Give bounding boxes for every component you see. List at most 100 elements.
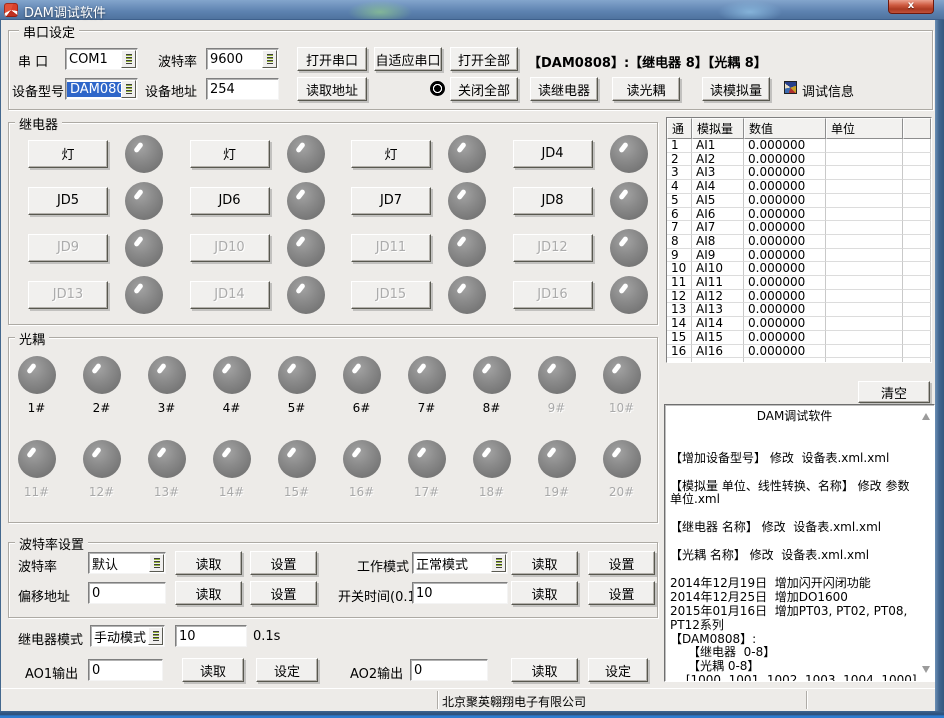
opto-cell: 13# (134, 440, 199, 499)
relay-cell: JD4 (495, 130, 657, 177)
info-line: 2014年12月25日 增加DO1600 (670, 591, 919, 605)
relay-button-JD4[interactable]: JD4 (513, 140, 593, 168)
work-mode-select[interactable]: 正常模式 (412, 552, 508, 574)
analog-table-row[interactable]: 5AI50.000000 (667, 194, 931, 208)
analog-col-header[interactable] (903, 118, 931, 139)
ao1-read-button[interactable]: 读取 (182, 658, 244, 682)
dropdown-arrow-icon[interactable] (262, 50, 277, 68)
switch-time-input[interactable] (412, 582, 508, 604)
relay-button-JD6[interactable]: JD6 (190, 187, 270, 215)
relay-button-JD5[interactable]: JD5 (28, 187, 108, 215)
relay-button-JD10[interactable]: JD10 (190, 234, 270, 262)
work-mode-value: 正常模式 (413, 554, 491, 573)
ao2-input[interactable] (410, 659, 488, 681)
analog-table-row[interactable]: 10AI100.000000 (667, 262, 931, 276)
ao1-input[interactable] (88, 659, 163, 681)
relay-cell: JD5 (10, 177, 172, 224)
debug-info-label[interactable]: 调试信息 (802, 81, 854, 100)
relay-button-JD15[interactable]: JD15 (351, 281, 431, 309)
offset-set-button[interactable]: 设置 (250, 581, 317, 605)
analog-col-header[interactable]: 单位 (826, 118, 903, 139)
analog-table-row[interactable]: 14AI140.000000 (667, 317, 931, 331)
relay-button-JD14[interactable]: JD14 (190, 281, 270, 309)
relay-time-input[interactable] (175, 625, 247, 647)
analog-table-row[interactable]: 4AI40.000000 (667, 180, 931, 194)
device-addr-input[interactable] (206, 78, 279, 100)
switch-set-button[interactable]: 设置 (588, 581, 655, 605)
dropdown-arrow-icon[interactable] (149, 554, 164, 572)
baud-set-button[interactable]: 设置 (250, 551, 317, 575)
switch-read-button[interactable]: 读取 (511, 581, 578, 605)
debug-info-icon[interactable] (784, 81, 797, 94)
ao1-set-button[interactable]: 设定 (256, 658, 318, 682)
analog-table-row[interactable]: 8AI80.000000 (667, 235, 931, 249)
baud-select[interactable]: 9600 (206, 48, 279, 70)
open-all-button[interactable]: 打开全部 (450, 47, 518, 71)
relay-button-JD12[interactable]: JD12 (513, 234, 593, 262)
dropdown-arrow-icon[interactable] (148, 627, 163, 645)
analog-table-row[interactable]: 3AI30.000000 (667, 166, 931, 180)
analog-col-header[interactable]: 通 (667, 118, 692, 139)
opto-cell: 3# (134, 356, 199, 415)
analog-col-header[interactable]: 模拟量 (692, 118, 744, 139)
read-analog-button[interactable]: 读模拟量 (702, 77, 770, 101)
scroll-down-icon[interactable] (922, 666, 930, 673)
analog-table-row[interactable]: 7AI70.000000 (667, 221, 931, 235)
baud-read-button[interactable]: 读取 (175, 551, 242, 575)
ao2-read-button[interactable]: 读取 (511, 658, 578, 682)
work-mode-read-button[interactable]: 读取 (511, 551, 578, 575)
open-port-button[interactable]: 打开串口 (297, 47, 367, 71)
analog-table-row[interactable] (667, 358, 931, 363)
relay-button-JD9[interactable]: JD9 (28, 234, 108, 262)
analog-table-row[interactable]: 2AI20.000000 (667, 153, 931, 167)
relay-button-JD13[interactable]: JD13 (28, 281, 108, 309)
analog-table-row[interactable]: 15AI150.000000 (667, 331, 931, 345)
analog-table-row[interactable]: 1AI10.000000 (667, 139, 931, 153)
read-addr-button[interactable]: 读取地址 (297, 77, 367, 101)
ao2-set-button[interactable]: 设定 (588, 658, 648, 682)
analog-cell: 0.000000 (744, 139, 826, 153)
title-bar[interactable]: DAM调试软件 (0, 0, 944, 20)
analog-cell: 1 (667, 139, 692, 153)
relay-cell: JD16 (495, 271, 657, 318)
cfg-baud-select[interactable]: 默认 (88, 552, 166, 574)
read-opto-button[interactable]: 读光耦 (612, 77, 680, 101)
close-all-button[interactable]: 关闭全部 (450, 77, 518, 101)
analog-cell (903, 345, 931, 359)
relay-mode-select[interactable]: 手动模式 (90, 625, 165, 647)
clear-button[interactable]: 清空 (858, 381, 930, 403)
analog-table: 通模拟量数值单位 1AI10.0000002AI20.0000003AI30.0… (666, 117, 932, 363)
analog-table-row[interactable]: 16AI160.000000 (667, 345, 931, 359)
analog-table-row[interactable]: 12AI120.000000 (667, 290, 931, 304)
opto-indicator-lamp (148, 356, 186, 394)
relay-mode-label: 继电器模式 (18, 629, 83, 648)
com-port-select[interactable]: COM1 (65, 48, 138, 70)
model-select[interactable]: DAM0808 (65, 78, 138, 100)
scroll-up-icon[interactable] (922, 413, 930, 420)
relay-button-灯[interactable]: 灯 (190, 140, 270, 168)
dropdown-arrow-icon[interactable] (121, 50, 136, 68)
offset-addr-input[interactable] (88, 582, 166, 604)
work-mode-set-button[interactable]: 设置 (588, 551, 655, 575)
opto-indicator-lamp (408, 440, 446, 478)
analog-table-row[interactable]: 6AI60.000000 (667, 208, 931, 222)
analog-table-row[interactable]: 13AI130.000000 (667, 303, 931, 317)
opto-cell: 5# (264, 356, 329, 415)
offset-read-button[interactable]: 读取 (175, 581, 242, 605)
relay-button-灯[interactable]: 灯 (351, 140, 431, 168)
analog-col-header[interactable]: 数值 (744, 118, 826, 139)
relay-button-JD16[interactable]: JD16 (513, 281, 593, 309)
relay-button-JD11[interactable]: JD11 (351, 234, 431, 262)
read-relay-button[interactable]: 读继电器 (530, 77, 598, 101)
relay-button-JD7[interactable]: JD7 (351, 187, 431, 215)
relay-button-JD8[interactable]: JD8 (513, 187, 593, 215)
analog-cell (826, 290, 903, 304)
analog-table-row[interactable]: 11AI110.000000 (667, 276, 931, 290)
analog-cell (826, 180, 903, 194)
dropdown-arrow-icon[interactable] (121, 80, 136, 98)
dropdown-arrow-icon[interactable] (491, 554, 506, 572)
close-button[interactable]: x (888, 0, 934, 14)
analog-table-row[interactable]: 9AI90.000000 (667, 249, 931, 263)
relay-button-灯[interactable]: 灯 (28, 140, 108, 168)
auto-port-button[interactable]: 自适应串口 (374, 47, 442, 71)
